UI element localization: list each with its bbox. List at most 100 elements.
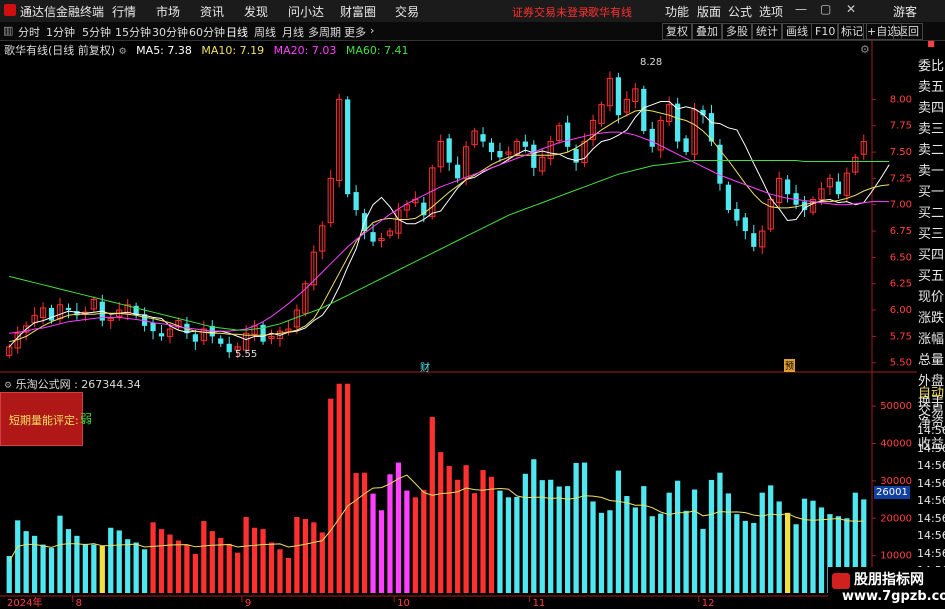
btn-duogu[interactable]: 多股: [722, 23, 752, 40]
menu-caifuquan[interactable]: 财富圈: [340, 3, 376, 20]
menu-shichang[interactable]: 市场: [156, 3, 180, 20]
period-daily[interactable]: 日线: [226, 24, 248, 40]
volume-bar: [742, 520, 748, 593]
guest-label[interactable]: 游客: [893, 3, 917, 20]
quote-change[interactable]: 涨跌: [917, 308, 945, 329]
candle-body: [522, 141, 528, 147]
toolbar-grip-icon: ▥: [3, 24, 14, 37]
period-15min[interactable]: 15分钟: [115, 24, 151, 40]
btn-fuquan[interactable]: 复权: [662, 23, 692, 40]
btn-fanhui[interactable]: 返回: [893, 23, 923, 40]
volume-bar: [522, 473, 528, 593]
menu-gongneng[interactable]: 功能: [665, 3, 689, 20]
restore-icon[interactable]: ▢: [820, 2, 831, 16]
period-1min[interactable]: 1分钟: [46, 24, 75, 40]
chart-canvas[interactable]: 5.50 5.75 6.00 6.25 6.50 6.75 7.00 7.25 7.50 7.75…: [0, 40, 917, 609]
candle: [90, 296, 97, 313]
high-price-label: 8.28: [640, 57, 663, 68]
candle: [809, 196, 817, 216]
volume-bar: [260, 529, 266, 593]
menu-jiaoyi[interactable]: 交易: [395, 3, 419, 20]
minimize-icon[interactable]: —: [795, 2, 807, 16]
volume-bar: [505, 497, 512, 593]
candle: [480, 127, 486, 148]
quote-buy5[interactable]: 买五: [917, 266, 945, 287]
quote-sell3[interactable]: 卖三: [917, 119, 945, 140]
candle: [615, 72, 622, 124]
volume-bar: [649, 516, 655, 593]
volume-bar: [167, 534, 173, 593]
volume-bar: [133, 542, 139, 593]
price-tick-label: 5.75: [890, 331, 912, 342]
volume-bar: [40, 544, 46, 593]
btn-diejia[interactable]: 叠加: [692, 23, 722, 40]
indicator-gear-icon[interactable]: ⚙: [4, 381, 12, 391]
candle-body: [446, 138, 452, 163]
candle-body: [150, 322, 156, 332]
quote-sell1[interactable]: 卖一: [917, 161, 945, 182]
price-tick-label: 6.00: [890, 305, 912, 316]
period-5min[interactable]: 5分钟: [82, 24, 111, 40]
candle: [446, 133, 452, 171]
quote-buy3[interactable]: 买三: [917, 224, 945, 245]
candle-body: [615, 77, 622, 116]
btn-huaxian[interactable]: 画线: [782, 23, 812, 40]
period-fenshi[interactable]: 分时: [18, 24, 40, 40]
period-multi[interactable]: 多周期: [308, 24, 341, 40]
candle: [793, 184, 799, 210]
candle: [860, 134, 867, 160]
candle: [606, 71, 614, 112]
quote-volume[interactable]: 总量: [917, 350, 945, 371]
quote-pct[interactable]: 涨幅: [917, 329, 945, 350]
chart-settings-icon[interactable]: ⚙: [860, 43, 870, 56]
btn-tongji[interactable]: 统计: [752, 23, 782, 40]
volume-bar: [717, 472, 723, 593]
volume-bar: [209, 531, 215, 593]
candle: [260, 321, 266, 345]
period-monthly[interactable]: 月线: [282, 24, 304, 40]
settings-gear-icon[interactable]: ⚙: [119, 47, 127, 57]
menu-banmian[interactable]: 版面: [697, 3, 721, 20]
app-name: 通达信金融终端: [20, 5, 105, 19]
trade-label[interactable]: 交易: [917, 403, 945, 421]
menu-faxian[interactable]: 发现: [244, 3, 268, 20]
quote-buy4[interactable]: 买四: [917, 245, 945, 266]
btn-f10[interactable]: F10: [811, 23, 840, 40]
menu-wenxiaoda[interactable]: 问小达: [288, 3, 324, 20]
more-chevron-icon[interactable]: ›: [370, 24, 374, 37]
forecast-marker[interactable]: 预: [784, 359, 796, 372]
quote-sell5[interactable]: 卖五: [917, 77, 945, 98]
menu-zixun[interactable]: 资讯: [200, 3, 224, 20]
quote-buy1[interactable]: 买一: [917, 182, 945, 203]
quote-buy2[interactable]: 买二: [917, 203, 945, 224]
close-icon[interactable]: ✕: [846, 2, 856, 16]
auto-label[interactable]: 自动: [917, 385, 945, 403]
quote-price[interactable]: 现价: [917, 287, 945, 308]
candle-body: [835, 181, 842, 195]
menu-hangqing[interactable]: 行情: [112, 3, 136, 20]
candle: [759, 225, 766, 254]
finance-marker[interactable]: 财: [420, 359, 430, 374]
candle: [666, 96, 673, 126]
period-30min[interactable]: 30分钟: [152, 24, 188, 40]
volume-bar: [734, 514, 740, 593]
volume-bar: [471, 493, 478, 593]
quote-sell2[interactable]: 卖二: [917, 140, 945, 161]
menu-gongshi[interactable]: 公式: [728, 3, 752, 20]
volume-bar: [116, 530, 122, 593]
period-more[interactable]: 更多: [344, 24, 366, 40]
quote-sell4[interactable]: 卖四: [917, 98, 945, 119]
login-notice[interactable]: 证券交易未登录: [512, 4, 589, 20]
quote-weibi[interactable]: 委比: [917, 56, 945, 77]
volume-bar: [590, 501, 596, 593]
kline-header: 歌华有线(日线 前复权) ⚙ MA5: 7.38 MA10: 7.19 MA20…: [4, 42, 409, 58]
quote-panel-top: ■: [927, 40, 935, 48]
period-weekly[interactable]: 周线: [254, 24, 276, 40]
period-60min[interactable]: 60分钟: [189, 24, 225, 40]
volume-bar: [251, 527, 258, 593]
volume-bar: [488, 476, 495, 593]
volume-bar: [336, 383, 342, 593]
candle: [319, 221, 326, 260]
menu-xuanxiang[interactable]: 选项: [759, 3, 783, 20]
date-tick-label: 12: [702, 598, 715, 609]
